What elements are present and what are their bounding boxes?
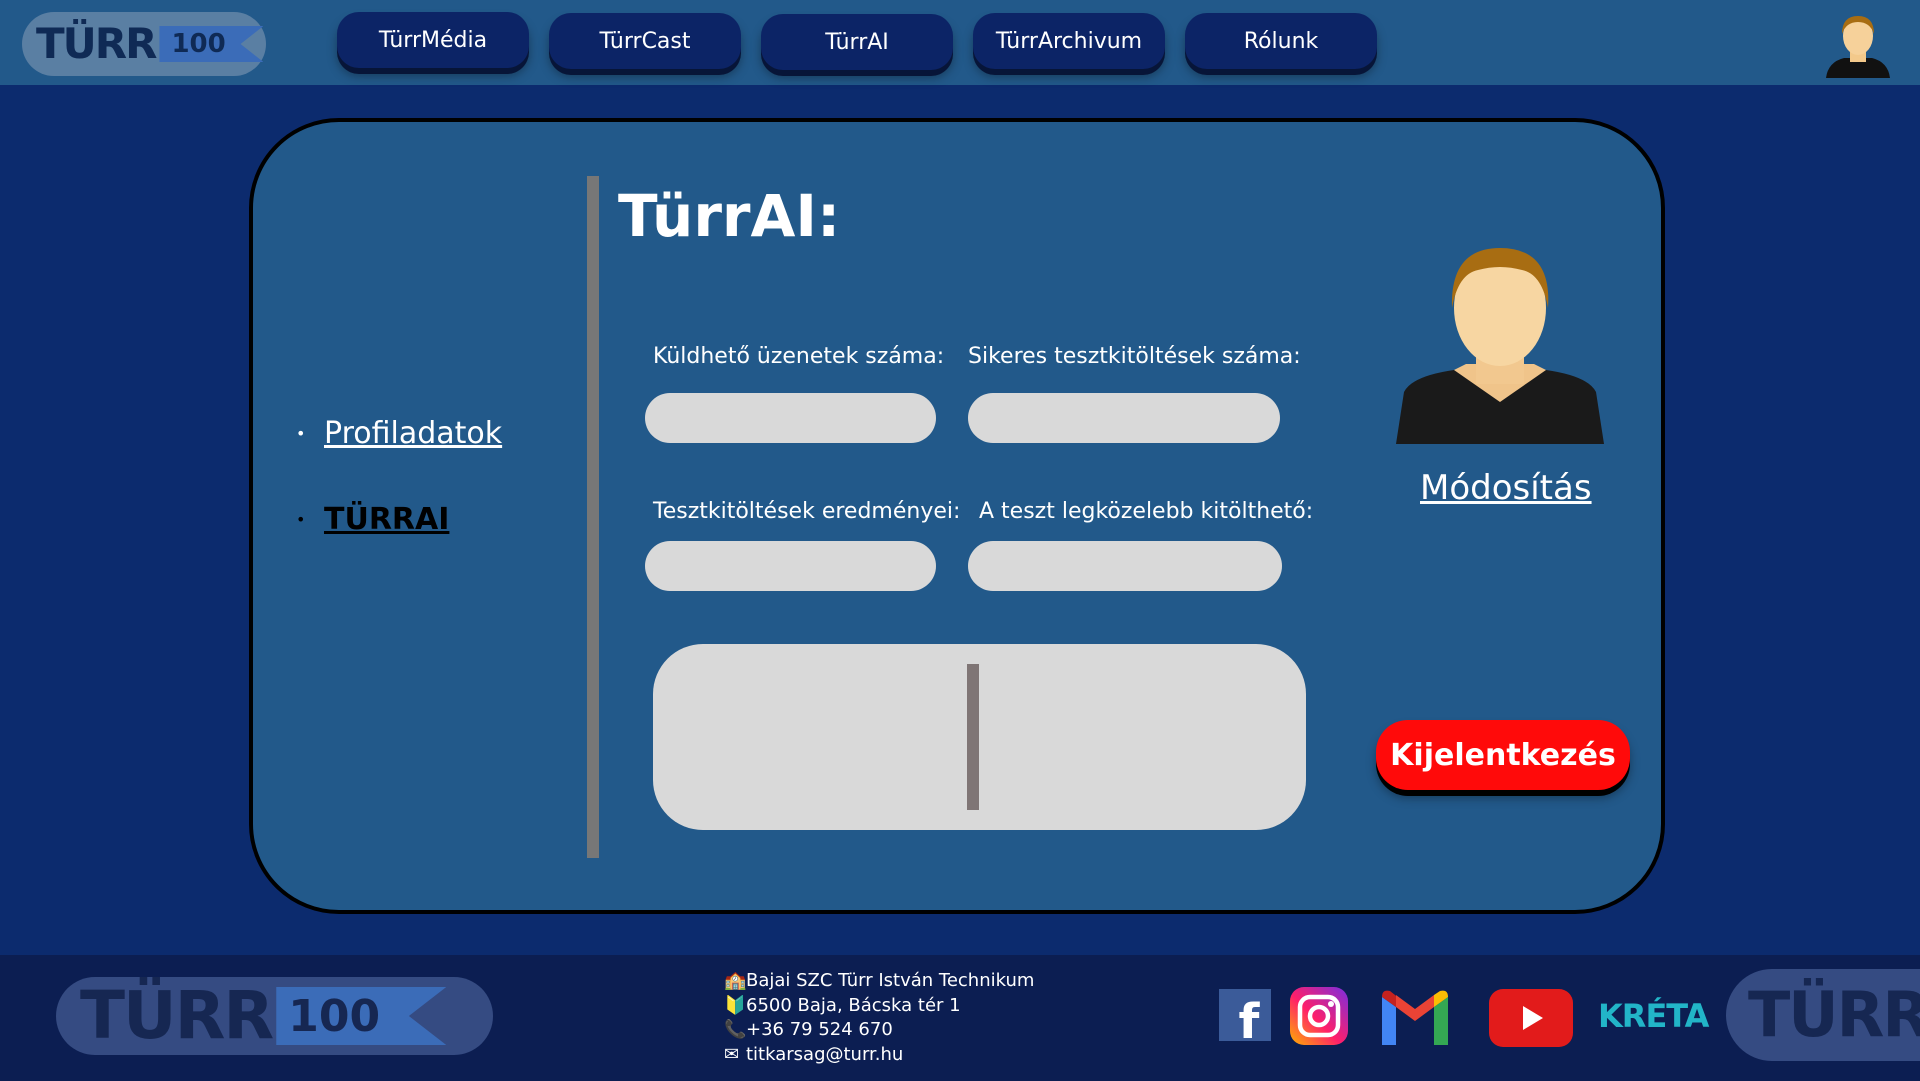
footer: TÜRR 100 🏫Bajai SZC Türr István Techniku…	[0, 955, 1920, 1081]
top-navbar: TÜRR 100 TürrMédia TürrCast TürrAI TürrA…	[0, 0, 1920, 85]
logo-badge: 100	[159, 26, 264, 62]
turr100-logo[interactable]: TÜRR 100	[22, 12, 266, 76]
logo-text: TÜRR	[36, 19, 157, 68]
bullet-icon: •	[296, 423, 306, 443]
test-results-label: Tesztkitöltések eredményei:	[653, 499, 961, 524]
sidebar-item-turrai[interactable]: • TÜRRAI	[296, 492, 502, 546]
page-title: TürrAI:	[618, 182, 841, 250]
gmail-icon[interactable]	[1378, 987, 1452, 1045]
profile-picture-icon	[1396, 248, 1604, 444]
footer-logo-badge: 100	[276, 987, 447, 1045]
facebook-icon[interactable]: f	[1219, 989, 1271, 1041]
footer-logo-text: TÜRR	[80, 977, 274, 1054]
contact-school: Bajai SZC Türr István Technikum	[746, 970, 1035, 991]
email-icon: ✉	[724, 1043, 740, 1065]
logout-button[interactable]: Kijelentkezés	[1376, 720, 1630, 790]
vertical-divider	[587, 176, 599, 858]
sidebar-link-turrai[interactable]: TÜRRAI	[324, 502, 449, 537]
facebook-letter: f	[1239, 994, 1261, 1041]
footer-logo-badge-text: 100	[288, 990, 381, 1042]
user-avatar-icon[interactable]	[1822, 10, 1894, 78]
successful-tests-label: Sikeres tesztkitöltések száma:	[968, 344, 1301, 369]
nav-turrcast-button[interactable]: TürrCast	[549, 13, 741, 69]
messages-count-label: Küldhető üzenetek száma:	[653, 344, 945, 369]
contact-email[interactable]: titkarsag@turr.hu	[746, 1044, 903, 1065]
successful-tests-field[interactable]	[968, 393, 1280, 443]
logo-badge-text: 100	[171, 29, 226, 59]
test-results-field[interactable]	[645, 541, 936, 591]
instagram-icon[interactable]	[1290, 987, 1348, 1045]
footer-right-logo-text: TÜRR	[1748, 978, 1920, 1051]
text-cursor	[967, 664, 979, 810]
contact-info: 🏫Bajai SZC Türr István Technikum 🔰6500 B…	[724, 969, 1034, 1067]
address-icon: 🔰	[724, 994, 747, 1016]
kreta-link[interactable]: KRÉTA	[1598, 997, 1709, 1035]
messages-count-field[interactable]	[645, 393, 936, 443]
sidebar-item-profiladatok[interactable]: • Profiladatok	[296, 406, 502, 460]
youtube-icon[interactable]	[1489, 989, 1573, 1047]
contact-phone: +36 79 524 670	[746, 1019, 893, 1040]
contact-address: 6500 Baja, Bácska tér 1	[746, 994, 961, 1016]
sidebar-menu: • Profiladatok • TÜRRAI	[296, 406, 502, 578]
sidebar-link-profiladatok[interactable]: Profiladatok	[324, 416, 502, 451]
nav-turrai-button[interactable]: TürrAI	[761, 14, 953, 70]
modify-profile-link[interactable]: Módosítás	[1420, 468, 1592, 508]
phone-icon: 📞	[724, 1019, 747, 1040]
footer-turr-logo-right[interactable]: TÜRR	[1726, 969, 1920, 1061]
nav-turrmedia-button[interactable]: TürrMédia	[337, 12, 529, 68]
ai-text-area[interactable]	[653, 644, 1306, 830]
next-test-label: A teszt legközelebb kitölthető:	[979, 499, 1314, 524]
footer-turr100-logo[interactable]: TÜRR 100	[56, 977, 493, 1055]
nav-rolunk-button[interactable]: Rólunk	[1185, 13, 1377, 69]
next-test-field[interactable]	[968, 541, 1282, 591]
bullet-icon: •	[296, 509, 306, 529]
school-icon: 🏫	[724, 970, 747, 991]
nav-turrarchivum-button[interactable]: TürrArchivum	[973, 13, 1165, 69]
